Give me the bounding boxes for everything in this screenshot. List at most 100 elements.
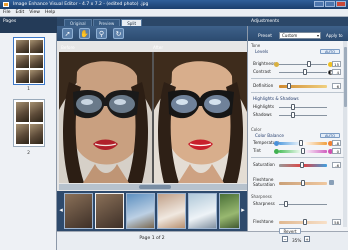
- zoom-out-icon[interactable]: −: [282, 236, 288, 242]
- close-button[interactable]: [336, 1, 346, 7]
- brightness-row: Brightness 15: [253, 61, 345, 67]
- page-thumbnail-1[interactable]: [13, 37, 45, 85]
- after-image[interactable]: [154, 52, 247, 183]
- menu-edit[interactable]: Edit: [16, 10, 25, 15]
- definition-slider-handle[interactable]: [286, 83, 291, 89]
- pages-sidebar: 1 2: [0, 33, 57, 250]
- apply-to-all-button[interactable]: Apply to: [326, 33, 343, 38]
- tab-original[interactable]: Original: [64, 19, 92, 26]
- sun-icon: [274, 61, 279, 67]
- adjustments-scroll-thumb[interactable]: [343, 47, 347, 107]
- preset-label: Preset: [258, 34, 273, 39]
- brightness-slider[interactable]: [279, 63, 327, 65]
- page-number-2: 2: [27, 151, 30, 156]
- minimize-button[interactable]: [314, 1, 324, 7]
- brightness-slider-handle[interactable]: [306, 61, 311, 67]
- filmstrip-thumb[interactable]: [126, 193, 155, 229]
- fleshtone-saturation-label: Fleshtone Saturation: [253, 177, 275, 187]
- section-tone[interactable]: Tone: [251, 43, 260, 48]
- filmstrip-thumb-selected[interactable]: [95, 193, 124, 229]
- fleshtone-slider-handle[interactable]: [303, 219, 308, 225]
- highlights-slider-handle[interactable]: [291, 104, 296, 110]
- section-color[interactable]: Color: [251, 127, 261, 132]
- shadows-slider[interactable]: [279, 114, 327, 116]
- before-image[interactable]: [59, 52, 152, 183]
- before-label: Before: [61, 45, 75, 50]
- pointer-icon[interactable]: ➚: [62, 28, 73, 39]
- menu-view[interactable]: View: [29, 10, 40, 15]
- temperature-value[interactable]: -8: [332, 140, 341, 146]
- scroll-thumb[interactable]: [139, 185, 171, 189]
- divider: [251, 92, 344, 93]
- contrast-label: Contrast: [253, 69, 271, 74]
- color-auto-button[interactable]: AUTO: [320, 133, 340, 138]
- menu-help[interactable]: Help: [45, 10, 55, 15]
- page-number-1: 1: [27, 87, 30, 92]
- thumb-photo: [16, 124, 29, 144]
- menu-file[interactable]: File: [3, 10, 11, 15]
- hand-icon[interactable]: ✋: [79, 28, 90, 39]
- highlights-shadows-label: Highlights & Shadows: [253, 96, 299, 101]
- fleshtone-saturation-slider-handle[interactable]: [301, 180, 305, 186]
- section-sharpness[interactable]: Sharpness: [251, 194, 272, 199]
- zoom-in-icon[interactable]: +: [304, 236, 310, 242]
- zoom-level: 35%: [292, 238, 302, 243]
- highlights-row: Highlights: [253, 104, 345, 110]
- rotate-icon[interactable]: ↻: [113, 28, 124, 39]
- definition-value[interactable]: 6: [332, 83, 341, 89]
- maximize-button[interactable]: [325, 1, 335, 7]
- tint-value[interactable]: 0: [332, 148, 341, 154]
- tint-row: Tint 0: [253, 148, 345, 154]
- tab-split[interactable]: Split: [121, 19, 143, 26]
- temperature-slider-handle[interactable]: [298, 140, 303, 146]
- green-icon: [274, 148, 279, 154]
- filmstrip-thumb[interactable]: [157, 193, 186, 229]
- saturation-slider-handle[interactable]: [299, 162, 304, 168]
- contrast-slider-handle[interactable]: [302, 69, 307, 75]
- thumb-photo: [16, 40, 29, 53]
- pages-header: Pages: [0, 17, 57, 33]
- tint-label: Tint: [253, 148, 261, 153]
- preset-select[interactable]: Custom ▾: [279, 32, 321, 39]
- definition-row: Definition 6: [253, 83, 345, 89]
- temperature-slider[interactable]: [279, 141, 327, 145]
- sharpness-label: Sharpness: [253, 201, 275, 206]
- filmstrip-thumb[interactable]: [219, 193, 240, 229]
- tint-slider-handle[interactable]: [301, 148, 305, 154]
- color-balance-label: Color Balance: [255, 133, 284, 138]
- highlights-slider[interactable]: [279, 106, 327, 108]
- definition-label: Definition: [253, 83, 274, 88]
- page-thumbnail-2[interactable]: [13, 99, 45, 147]
- window-title: Image Enhance Visual Editor - 4.7 x 7.2 …: [13, 2, 149, 7]
- contrast-value[interactable]: 4: [332, 69, 341, 75]
- sharpness-row: Sharpness: [253, 201, 345, 207]
- preset-value: Custom: [282, 33, 298, 38]
- zoom-icon[interactable]: ⚲: [96, 28, 107, 39]
- tab-preview[interactable]: Preview: [92, 19, 121, 26]
- fleshtone-saturation-row: Fleshtone Saturation: [253, 177, 345, 188]
- shadows-slider-handle[interactable]: [291, 112, 296, 118]
- saturation-row: Saturation -6: [253, 162, 345, 168]
- temperature-row: Temperature -8: [253, 140, 345, 146]
- app-icon: [3, 2, 9, 7]
- filmstrip-right-arrow-icon[interactable]: ▸: [240, 205, 246, 215]
- highlights-label: Highlights: [253, 104, 275, 109]
- menu-bar: File Edit View Help: [0, 9, 348, 17]
- chevron-down-icon: ▾: [316, 33, 319, 38]
- filmstrip-thumb[interactable]: [64, 193, 93, 229]
- cold-icon: [274, 140, 279, 146]
- horizontal-scrollbar[interactable]: [59, 184, 247, 190]
- levels-label: Levels: [255, 49, 269, 54]
- saturation-value[interactable]: -6: [332, 162, 341, 168]
- filmstrip-thumb[interactable]: [188, 193, 217, 229]
- fleshtone-value[interactable]: 58: [332, 219, 341, 225]
- portrait-after: [154, 52, 247, 183]
- sharpness-slider-handle[interactable]: [284, 201, 289, 207]
- thumb-photo: [30, 124, 43, 144]
- view-tabs: Original Preview Split: [57, 17, 247, 26]
- levels-auto-button[interactable]: AUTO: [320, 49, 340, 54]
- shadows-label: Shadows: [253, 112, 272, 117]
- brightness-value[interactable]: 15: [332, 61, 341, 67]
- thumb-photo: [16, 102, 29, 122]
- revert-button[interactable]: Revert: [279, 228, 301, 234]
